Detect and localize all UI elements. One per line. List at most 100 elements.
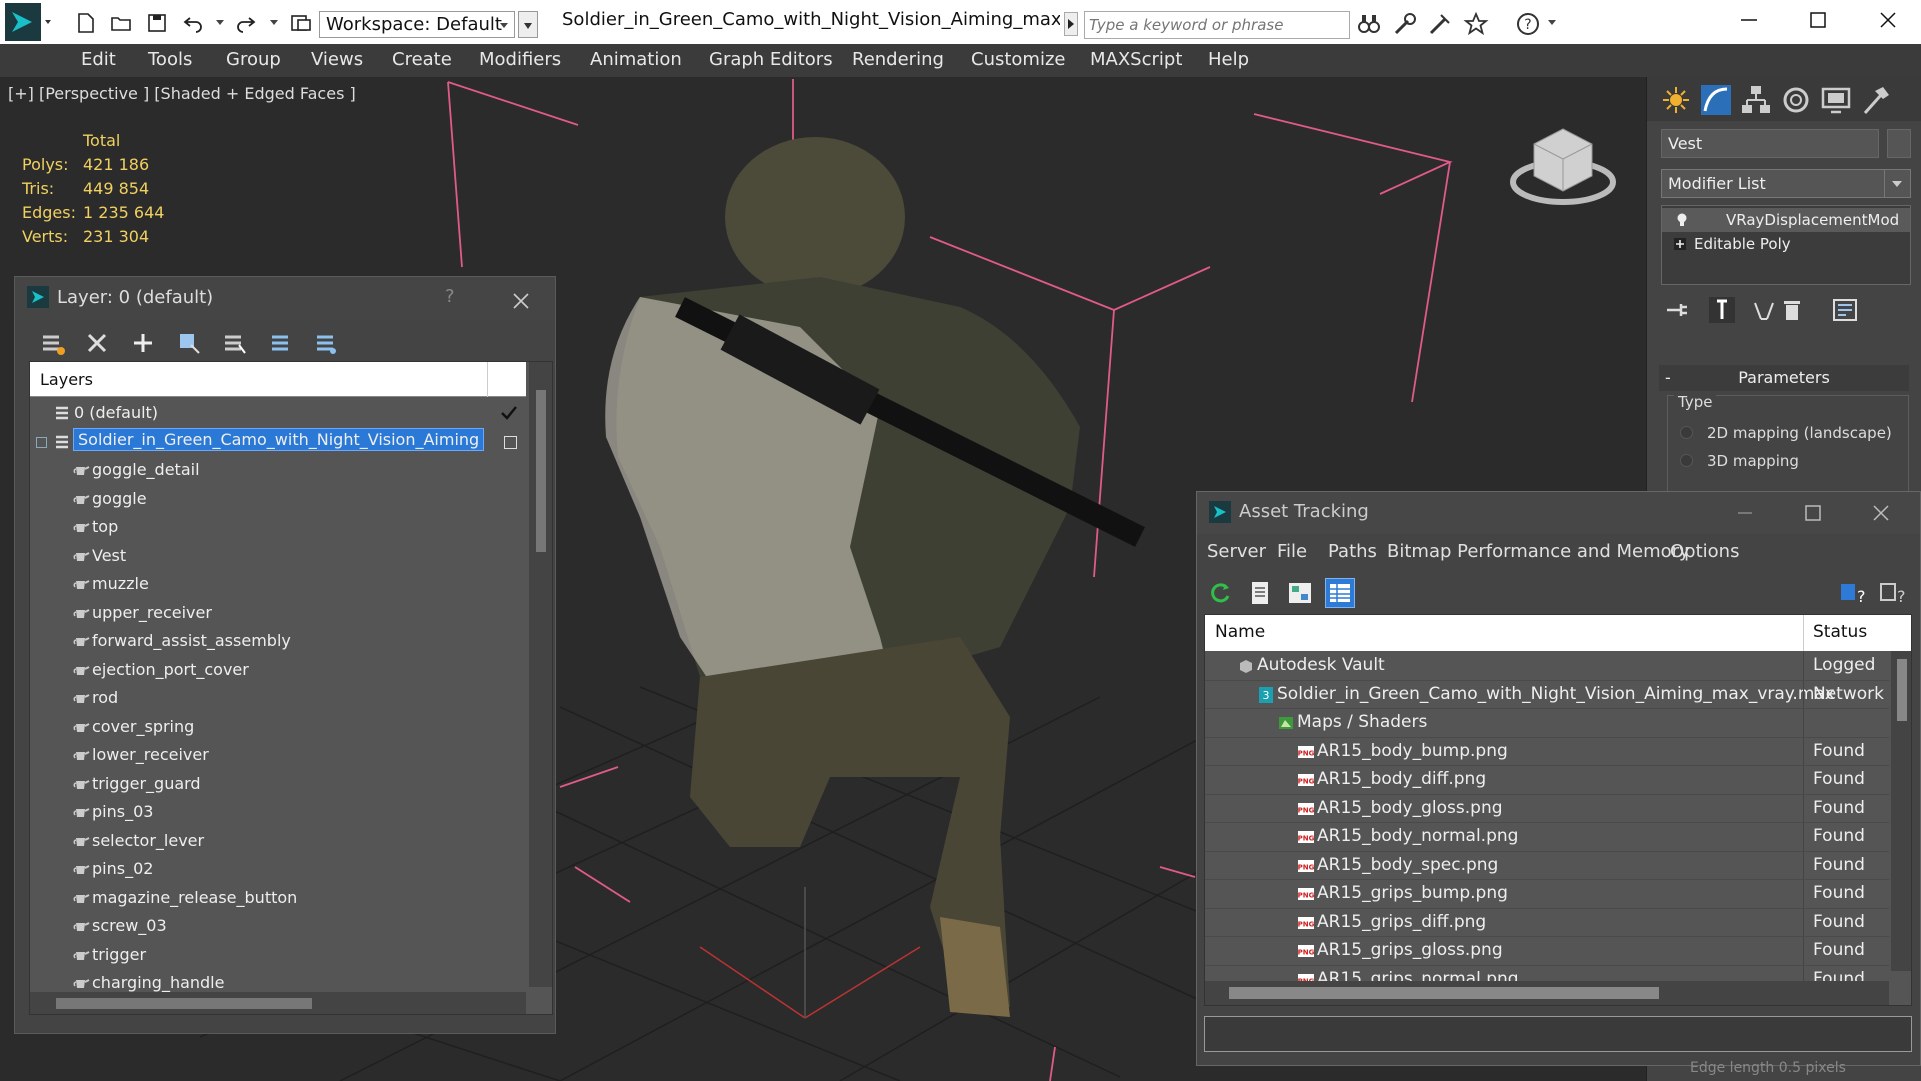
asset-menu-server[interactable]: Server — [1207, 541, 1266, 562]
search-field[interactable] — [1084, 11, 1350, 39]
remove-modifier-icon[interactable] — [1777, 295, 1807, 325]
asset-row[interactable]: PNG AR15_grips_gloss.png Found — [1205, 937, 1889, 966]
layer-object-row[interactable]: upper_receiver — [30, 599, 526, 628]
app-logo-icon[interactable] — [2, 2, 56, 42]
refresh-icon[interactable] — [1205, 578, 1235, 608]
motion-tab-icon[interactable] — [1779, 83, 1813, 117]
maximize-button[interactable] — [1783, 0, 1853, 40]
context-help-icon[interactable]: ? — [1877, 578, 1907, 608]
modifier-list-dropdown[interactable]: Modifier List — [1661, 169, 1911, 198]
layer-object-row[interactable]: forward_assist_assembly — [30, 627, 526, 656]
layer-list-header[interactable]: Layers — [30, 362, 526, 397]
view-cube[interactable] — [1510, 128, 1616, 205]
radio-2d-mapping[interactable]: 2D mapping (landscape) — [1680, 424, 1892, 442]
asset-window-titlebar[interactable]: Asset Tracking — [1197, 492, 1920, 534]
asset-row[interactable]: PNG AR15_body_normal.png Found — [1205, 823, 1889, 852]
asset-path-status-field[interactable] — [1204, 1016, 1912, 1052]
help-icon[interactable]: ? — [1515, 11, 1541, 37]
layer-object-row[interactable]: goggle_detail — [30, 456, 526, 485]
tools-icon[interactable] — [1392, 11, 1418, 37]
menu-tools[interactable]: Tools — [148, 49, 192, 70]
scrollbar-thumb[interactable] — [56, 998, 312, 1009]
layer-object-row[interactable]: magazine_release_button — [30, 884, 526, 913]
undo-icon[interactable] — [179, 9, 207, 37]
layer-row[interactable]: Soldier_in_Green_Camo_with_Night_Vision_… — [30, 427, 526, 457]
menu-views[interactable]: Views — [311, 49, 363, 70]
column-separator[interactable] — [1803, 615, 1804, 651]
asset-menu-bitmap-performance[interactable]: Bitmap Performance and Memory — [1387, 541, 1690, 562]
parameters-rollout-header[interactable]: - Parameters — [1659, 365, 1909, 391]
undo-dropdown-icon[interactable] — [216, 20, 224, 25]
layer-object-row[interactable]: muzzle — [30, 570, 526, 599]
redo-dropdown-icon[interactable] — [270, 20, 278, 25]
delete-icon[interactable] — [83, 329, 111, 357]
utilities-tab-hammer-icon[interactable] — [1859, 83, 1893, 117]
radio-dot[interactable] — [1680, 426, 1693, 439]
layer-object-row[interactable]: trigger_guard — [30, 770, 526, 799]
asset-menu-options[interactable]: Options — [1670, 541, 1739, 562]
menu-help[interactable]: Help — [1208, 49, 1249, 70]
hide-all-layers-icon[interactable] — [311, 329, 339, 357]
minimize-button[interactable] — [1714, 0, 1784, 40]
pin-stack-icon[interactable] — [1661, 295, 1691, 325]
asset-row[interactable]: Maps / Shaders — [1205, 709, 1889, 738]
layer-object-row[interactable]: ejection_port_cover — [30, 656, 526, 685]
close-icon[interactable] — [1851, 494, 1911, 532]
radio-3d-mapping[interactable]: 3D mapping — [1680, 452, 1799, 470]
layer-object-row[interactable]: goggle — [30, 485, 526, 514]
select-objects-icon[interactable] — [175, 329, 203, 357]
make-unique-icon[interactable] — [1749, 295, 1779, 325]
horizontal-scrollbar[interactable] — [30, 992, 526, 1014]
highlight-selected-icon[interactable] — [221, 329, 249, 357]
set-current-layer-icon[interactable] — [266, 329, 294, 357]
create-tab-sun-icon[interactable] — [1659, 83, 1693, 117]
asset-row[interactable]: PNG AR15_body_diff.png Found — [1205, 766, 1889, 795]
asset-row[interactable]: PNG AR15_body_gloss.png Found — [1205, 794, 1889, 823]
redo-icon[interactable] — [232, 9, 260, 37]
current-layer-check-icon[interactable] — [500, 404, 518, 426]
hierarchy-tab-icon[interactable] — [1739, 83, 1773, 117]
help-dropdown-icon[interactable] — [1548, 20, 1556, 25]
object-color-swatch[interactable] — [1887, 129, 1911, 158]
scrollbar-thumb[interactable] — [1229, 987, 1659, 999]
add-icon[interactable] — [129, 329, 157, 357]
set-current-checkbox[interactable] — [504, 435, 517, 449]
layer-row[interactable]: 0 (default) — [30, 399, 526, 428]
layer-object-row[interactable]: Vest — [30, 542, 526, 571]
stack-item-editable-poly[interactable]: Editable Poly — [1662, 232, 1910, 256]
scrollbar-thumb[interactable] — [536, 390, 546, 552]
workspace-menu-button[interactable] — [518, 11, 538, 38]
layer-object-row[interactable]: top — [30, 513, 526, 542]
title-expand-button[interactable] — [1064, 12, 1078, 36]
close-icon[interactable] — [511, 281, 531, 318]
menu-modifiers[interactable]: Modifiers — [479, 49, 561, 70]
list-view-icon[interactable] — [1245, 578, 1275, 608]
asset-menu-file[interactable]: File — [1277, 541, 1307, 562]
layer-object-row[interactable]: screw_03 — [30, 912, 526, 941]
binoculars-icon[interactable] — [1356, 11, 1382, 37]
workspace-select[interactable]: Workspace: Default — [319, 11, 515, 38]
search-input[interactable] — [1085, 12, 1349, 38]
layer-object-row[interactable]: selector_lever — [30, 827, 526, 856]
menu-customize[interactable]: Customize — [971, 49, 1065, 70]
collapse-minus-icon[interactable] — [36, 436, 47, 448]
vertical-scrollbar[interactable] — [529, 362, 552, 987]
open-folder-icon[interactable] — [107, 9, 135, 37]
help-button[interactable]: ? — [445, 286, 455, 307]
horizontal-scrollbar[interactable] — [1205, 981, 1889, 1005]
radio-dot[interactable] — [1680, 454, 1693, 467]
menu-edit[interactable]: Edit — [81, 49, 116, 70]
asset-row[interactable]: Autodesk Vault Logged — [1205, 652, 1889, 681]
asset-row[interactable]: PNG AR15_body_bump.png Found — [1205, 737, 1889, 766]
menu-group[interactable]: Group — [226, 49, 281, 70]
wrench-star-icon[interactable] — [1427, 11, 1453, 37]
configure-modifier-sets-icon[interactable] — [1831, 295, 1861, 325]
scrollbar-thumb[interactable] — [1897, 659, 1907, 721]
layer-object-row[interactable]: trigger — [30, 941, 526, 970]
lightbulb-icon[interactable] — [1674, 212, 1690, 228]
asset-row[interactable]: PNG AR15_grips_diff.png Found — [1205, 908, 1889, 937]
close-window-button[interactable] — [1853, 0, 1921, 40]
help-question-icon[interactable]: ? — [1837, 578, 1867, 608]
new-file-icon[interactable] — [72, 9, 100, 37]
column-header-status[interactable]: Status — [1813, 622, 1867, 642]
